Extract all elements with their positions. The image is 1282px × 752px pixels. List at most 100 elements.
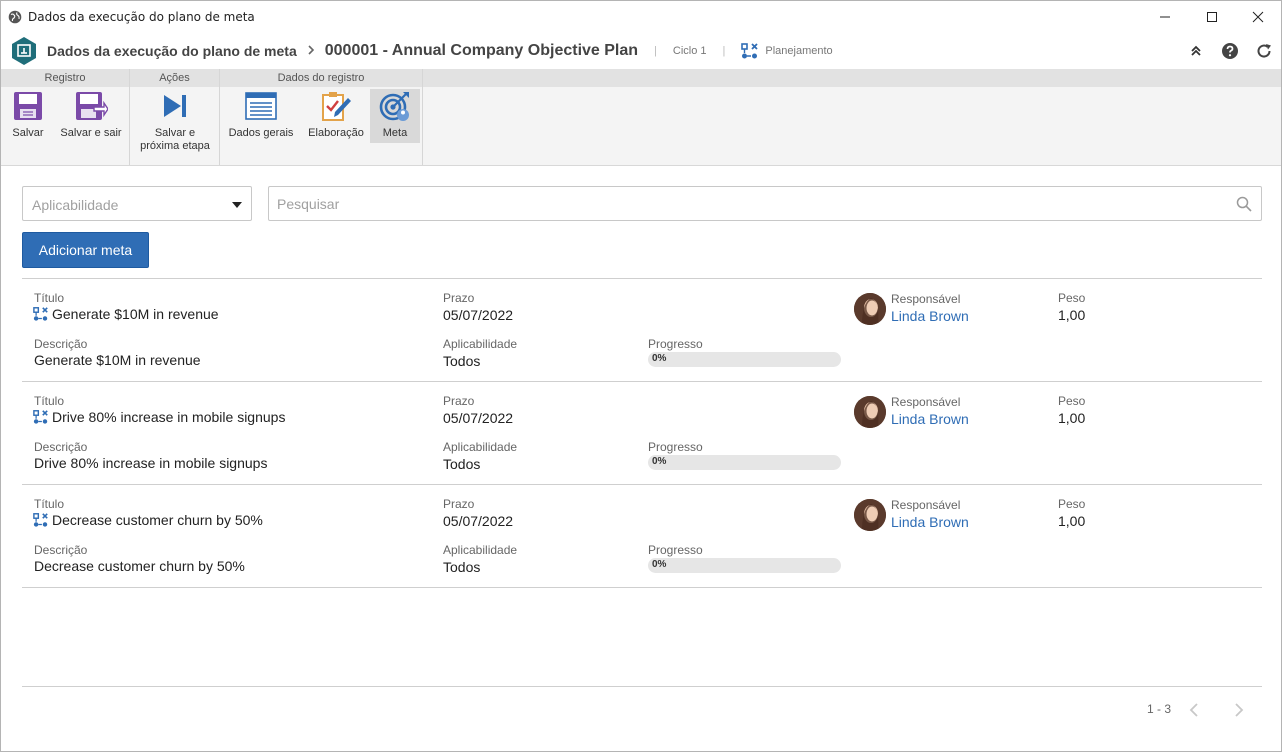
avatar xyxy=(854,293,886,325)
deadline-label: Prazo xyxy=(443,497,475,511)
cycle-label: Ciclo 1 xyxy=(672,44,707,57)
save-button[interactable]: Salvar xyxy=(5,89,51,140)
progress-bar: 0% xyxy=(648,352,841,367)
breadcrumb-section[interactable]: Dados da execução do plano de meta xyxy=(47,43,297,59)
goal-tab-button[interactable]: Meta xyxy=(370,89,420,143)
save-exit-icon xyxy=(74,89,108,123)
goal-title[interactable]: Decrease customer churn by 50% xyxy=(33,512,263,528)
button-label: Elaboração xyxy=(308,127,364,139)
applicability-value: Todos xyxy=(443,559,481,575)
weight-value: 1,00 xyxy=(1058,307,1086,323)
title-bar: Dados da execução do plano de meta xyxy=(1,1,1281,32)
description-value: Drive 80% increase in mobile signups xyxy=(34,455,268,471)
previous-page-button[interactable] xyxy=(1184,700,1204,720)
save-and-exit-button[interactable]: Salvar e sair xyxy=(57,89,125,140)
deadline-value: 05/07/2022 xyxy=(443,513,514,529)
save-and-next-step-button[interactable]: Salvar e próxima etapa xyxy=(135,89,215,153)
weight-label: Peso xyxy=(1058,497,1086,511)
add-goal-button[interactable]: Adicionar meta xyxy=(22,232,149,268)
weight-label: Peso xyxy=(1058,394,1086,408)
target-icon xyxy=(378,89,412,123)
ribbon-toolbar: Registro Ações Dados do registro Salvar … xyxy=(1,69,1281,166)
workflow-icon xyxy=(33,513,48,527)
refresh-icon xyxy=(1257,43,1271,58)
button-label: Salvar xyxy=(12,127,44,139)
status-label: Planejamento xyxy=(765,44,833,57)
deadline-label: Prazo xyxy=(443,394,475,408)
general-data-button[interactable]: Dados gerais xyxy=(225,89,297,140)
help-icon xyxy=(1222,42,1238,59)
progress-label: Progresso xyxy=(648,543,703,557)
elaboration-button[interactable]: Elaboração xyxy=(303,89,369,140)
footer-divider xyxy=(22,686,1262,687)
group-label: Dados do registro xyxy=(220,69,422,87)
refresh-button[interactable] xyxy=(1247,32,1281,69)
group-label: Ações xyxy=(130,69,219,87)
clipboard-pencil-icon xyxy=(319,89,353,123)
deadline-value: 05/07/2022 xyxy=(443,307,514,323)
progress-text: 0% xyxy=(652,353,667,364)
form-icon xyxy=(244,89,278,123)
goal-title[interactable]: Generate $10M in revenue xyxy=(33,306,219,322)
goal-title[interactable]: Drive 80% increase in mobile signups xyxy=(33,409,285,425)
description-label: Descrição xyxy=(34,543,88,557)
progress-label: Progresso xyxy=(648,440,703,454)
applicability-label: Aplicabilidade xyxy=(443,543,518,557)
window-title: Dados da execução do plano de meta xyxy=(28,9,255,24)
applicability-value: Todos xyxy=(443,353,481,369)
next-page-button[interactable] xyxy=(1229,700,1249,720)
progress-label: Progresso xyxy=(648,337,703,351)
applicability-placeholder: Aplicabilidade xyxy=(32,197,119,213)
app-logo xyxy=(12,36,36,65)
page-header: Dados da execução do plano de meta 00000… xyxy=(1,32,1281,69)
goal-title-text: Decrease customer churn by 50% xyxy=(52,512,263,528)
responsible-label: Responsável xyxy=(891,292,961,306)
description-label: Descrição xyxy=(34,440,88,454)
title-label: Título xyxy=(34,291,65,305)
responsible-link[interactable]: Linda Brown xyxy=(891,308,969,324)
applicability-label: Aplicabilidade xyxy=(443,337,518,351)
help-button[interactable] xyxy=(1213,32,1247,69)
goal-row[interactable]: Título Drive 80% increase in mobile sign… xyxy=(22,382,1262,485)
chevron-left-icon xyxy=(1189,703,1198,717)
button-label: Dados gerais xyxy=(228,127,294,139)
globe-icon xyxy=(8,10,22,24)
floppy-disk-icon xyxy=(11,89,45,123)
weight-value: 1,00 xyxy=(1058,513,1086,529)
applicability-select[interactable]: Aplicabilidade xyxy=(22,186,252,221)
description-label: Descrição xyxy=(34,337,88,351)
title-label: Título xyxy=(34,394,65,408)
deadline-label: Prazo xyxy=(443,291,475,305)
close-icon xyxy=(1252,11,1264,22)
title-label: Título xyxy=(34,497,65,511)
chevron-right-icon xyxy=(307,43,315,58)
progress-bar: 0% xyxy=(648,455,841,470)
description-value: Decrease customer churn by 50% xyxy=(34,558,245,574)
search-input[interactable] xyxy=(277,195,1217,213)
status-badge: Planejamento xyxy=(741,42,833,60)
chevron-right-icon xyxy=(1235,703,1244,717)
responsible-link[interactable]: Linda Brown xyxy=(891,411,969,427)
workflow-icon xyxy=(741,42,759,58)
applicability-label: Aplicabilidade xyxy=(443,440,518,454)
search-icon[interactable] xyxy=(1236,196,1252,212)
button-label: Meta xyxy=(382,127,408,139)
weight-value: 1,00 xyxy=(1058,410,1086,426)
goal-list: Título Generate $10M in revenue Prazo 05… xyxy=(22,278,1262,588)
group-label: Registro xyxy=(1,69,129,87)
maximize-icon xyxy=(1207,11,1217,22)
close-button[interactable] xyxy=(1235,1,1281,32)
collapse-button[interactable] xyxy=(1179,32,1213,69)
divider: | xyxy=(654,44,657,57)
double-chevron-up-icon xyxy=(1191,45,1201,56)
goal-row[interactable]: Título Decrease customer churn by 50% Pr… xyxy=(22,485,1262,588)
minimize-button[interactable] xyxy=(1142,1,1188,32)
divider: | xyxy=(722,44,726,57)
responsible-link[interactable]: Linda Brown xyxy=(891,514,969,530)
maximize-button[interactable] xyxy=(1189,1,1235,32)
goal-row[interactable]: Título Generate $10M in revenue Prazo 05… xyxy=(22,279,1262,382)
button-label-line1: Salvar e xyxy=(154,127,196,139)
next-step-icon xyxy=(158,89,192,123)
minimize-icon xyxy=(1160,16,1170,17)
caret-down-icon xyxy=(232,202,242,208)
